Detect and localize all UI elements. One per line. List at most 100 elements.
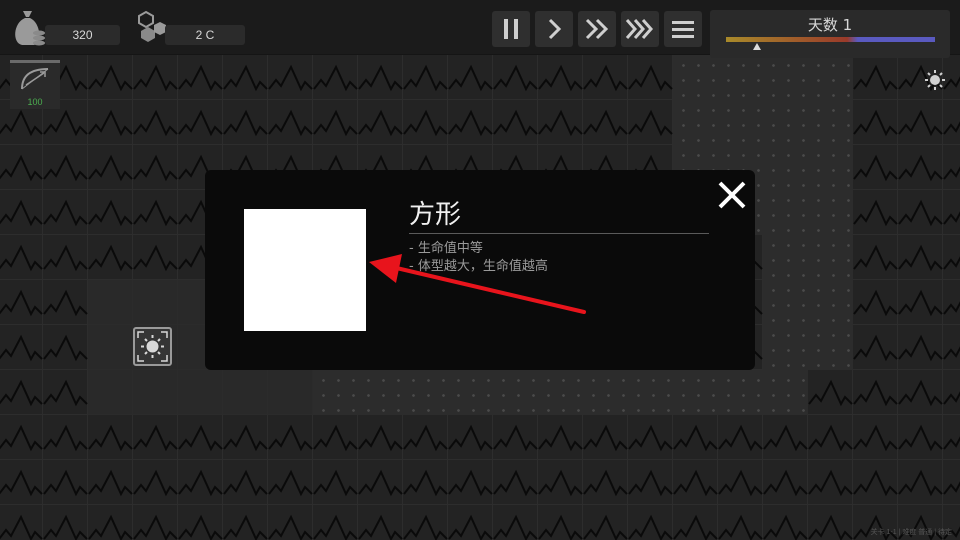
mountain-tile[interactable]	[358, 100, 403, 145]
base-tile[interactable]	[133, 327, 172, 366]
mountain-tile[interactable]	[628, 415, 673, 460]
path-tile[interactable]	[583, 370, 628, 415]
mountain-tile[interactable]	[853, 460, 898, 505]
path-tile[interactable]	[763, 370, 808, 415]
mountain-tile[interactable]	[133, 100, 178, 145]
path-tile[interactable]	[718, 370, 763, 415]
mountain-tile[interactable]	[268, 55, 313, 100]
path-tile[interactable]	[673, 100, 718, 145]
mountain-tile[interactable]	[223, 505, 268, 540]
mountain-tile[interactable]	[808, 370, 853, 415]
mountain-tile[interactable]	[898, 145, 943, 190]
path-tile[interactable]	[403, 370, 448, 415]
path-tile[interactable]	[763, 190, 808, 235]
pause-button[interactable]	[492, 11, 530, 47]
path-tile[interactable]	[808, 55, 853, 100]
mountain-tile[interactable]	[313, 460, 358, 505]
mountain-tile[interactable]	[133, 460, 178, 505]
tower-slot-bow[interactable]: 100	[10, 60, 60, 109]
mountain-tile[interactable]	[898, 325, 943, 370]
mountain-tile[interactable]	[88, 145, 133, 190]
fastest-forward-button[interactable]	[621, 11, 659, 47]
mountain-tile[interactable]	[0, 370, 43, 415]
mountain-tile[interactable]	[628, 100, 673, 145]
mountain-tile[interactable]	[763, 460, 808, 505]
mountain-tile[interactable]	[538, 505, 583, 540]
mountain-tile[interactable]	[403, 460, 448, 505]
menu-button[interactable]	[664, 11, 702, 47]
mountain-tile[interactable]	[583, 460, 628, 505]
mountain-tile[interactable]	[313, 415, 358, 460]
mountain-tile[interactable]	[43, 415, 88, 460]
mountain-tile[interactable]	[943, 370, 960, 415]
mountain-tile[interactable]	[853, 280, 898, 325]
mountain-tile[interactable]	[853, 190, 898, 235]
mountain-tile[interactable]	[403, 415, 448, 460]
mountain-tile[interactable]	[493, 460, 538, 505]
mountain-tile[interactable]	[853, 145, 898, 190]
ground-tile[interactable]	[268, 370, 313, 415]
mountain-tile[interactable]	[493, 55, 538, 100]
mountain-tile[interactable]	[898, 190, 943, 235]
mountain-tile[interactable]	[583, 100, 628, 145]
mountain-tile[interactable]	[448, 100, 493, 145]
mountain-tile[interactable]	[223, 100, 268, 145]
mountain-tile[interactable]	[88, 460, 133, 505]
mountain-tile[interactable]	[898, 415, 943, 460]
mountain-tile[interactable]	[88, 505, 133, 540]
mountain-tile[interactable]	[0, 235, 43, 280]
mountain-tile[interactable]	[673, 505, 718, 540]
mountain-tile[interactable]	[88, 235, 133, 280]
path-tile[interactable]	[763, 145, 808, 190]
mountain-tile[interactable]	[763, 415, 808, 460]
mountain-tile[interactable]	[43, 505, 88, 540]
mountain-tile[interactable]	[133, 415, 178, 460]
mountain-tile[interactable]	[88, 100, 133, 145]
mountain-tile[interactable]	[178, 460, 223, 505]
mountain-tile[interactable]	[223, 55, 268, 100]
mountain-tile[interactable]	[448, 55, 493, 100]
path-tile[interactable]	[628, 370, 673, 415]
ground-tile[interactable]	[88, 370, 133, 415]
mountain-tile[interactable]	[853, 325, 898, 370]
mountain-tile[interactable]	[718, 505, 763, 540]
mountain-tile[interactable]	[898, 460, 943, 505]
mountain-tile[interactable]	[43, 280, 88, 325]
path-tile[interactable]	[808, 235, 853, 280]
path-tile[interactable]	[538, 370, 583, 415]
ground-tile[interactable]	[88, 280, 133, 325]
mountain-tile[interactable]	[43, 325, 88, 370]
mountain-tile[interactable]	[808, 505, 853, 540]
mountain-tile[interactable]	[88, 190, 133, 235]
mountain-tile[interactable]	[0, 145, 43, 190]
mountain-tile[interactable]	[898, 280, 943, 325]
path-tile[interactable]	[313, 370, 358, 415]
path-tile[interactable]	[358, 370, 403, 415]
ground-tile[interactable]	[88, 325, 133, 370]
mountain-tile[interactable]	[448, 505, 493, 540]
ground-tile[interactable]	[178, 370, 223, 415]
mountain-tile[interactable]	[88, 55, 133, 100]
mountain-tile[interactable]	[178, 100, 223, 145]
mountain-tile[interactable]	[808, 460, 853, 505]
mountain-tile[interactable]	[853, 415, 898, 460]
mountain-tile[interactable]	[943, 325, 960, 370]
mountain-tile[interactable]	[133, 55, 178, 100]
path-tile[interactable]	[448, 370, 493, 415]
mountain-tile[interactable]	[0, 460, 43, 505]
mountain-tile[interactable]	[358, 415, 403, 460]
mountain-tile[interactable]	[853, 370, 898, 415]
mountain-tile[interactable]	[178, 505, 223, 540]
path-tile[interactable]	[493, 370, 538, 415]
mountain-tile[interactable]	[853, 100, 898, 145]
close-button[interactable]	[715, 178, 749, 212]
mountain-tile[interactable]	[493, 415, 538, 460]
mountain-tile[interactable]	[583, 415, 628, 460]
mountain-tile[interactable]	[268, 100, 313, 145]
mountain-tile[interactable]	[223, 460, 268, 505]
mountain-tile[interactable]	[943, 280, 960, 325]
mountain-tile[interactable]	[43, 190, 88, 235]
mountain-tile[interactable]	[538, 415, 583, 460]
mountain-tile[interactable]	[133, 235, 178, 280]
path-tile[interactable]	[808, 190, 853, 235]
